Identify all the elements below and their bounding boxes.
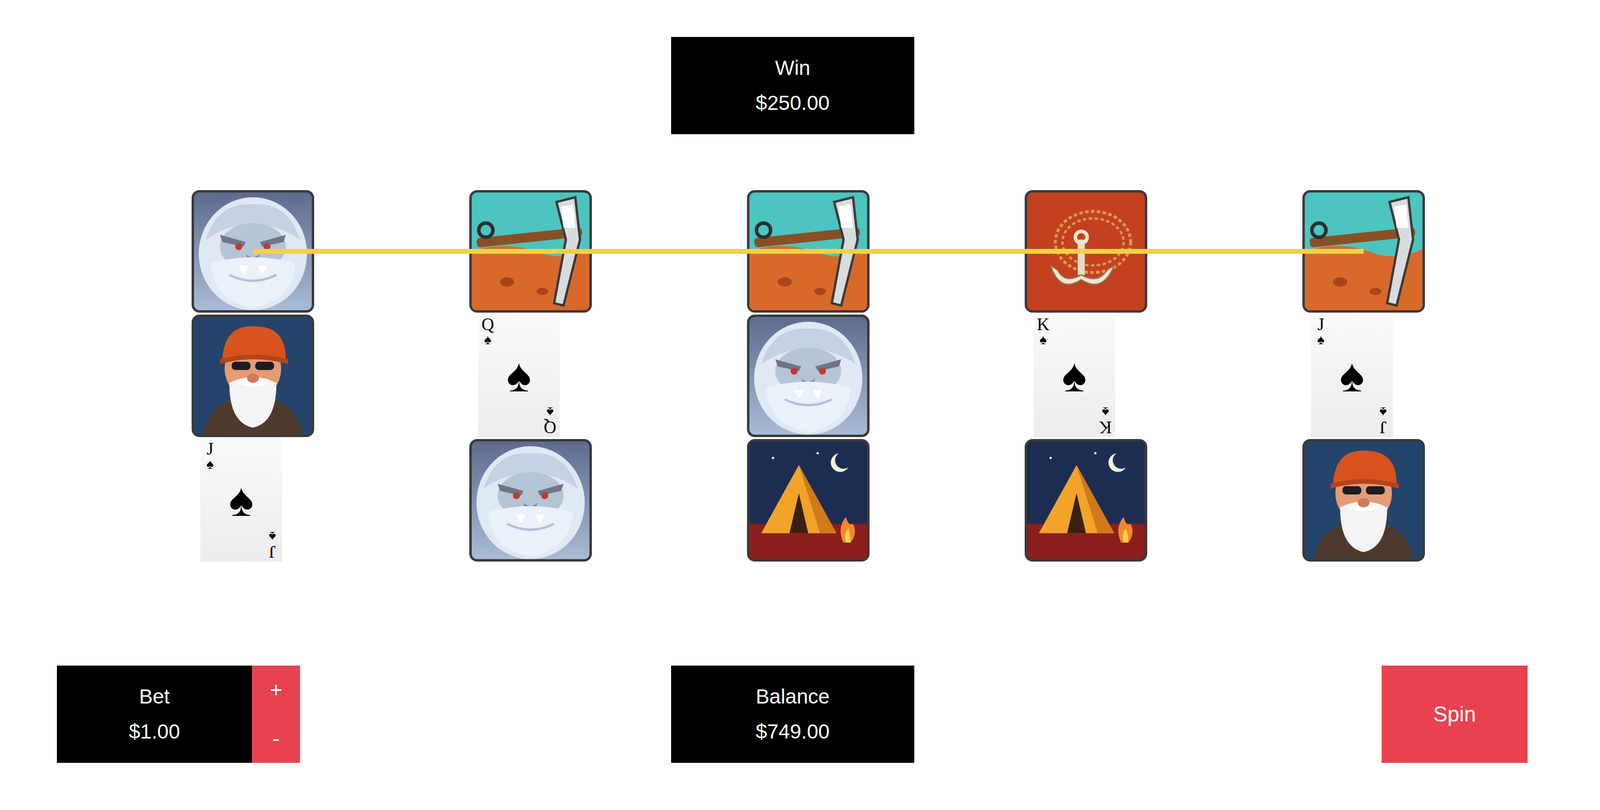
pickaxe-icon xyxy=(1304,192,1423,311)
bet-control: Bet $1.00 +- xyxy=(56,665,301,764)
win-display: Win $250.00 xyxy=(671,36,915,135)
slot-game: Win$250.00J♠♠J♠Q♠♠Q♠K♠♠K♠J♠♠J♠Bet$1.00+-… xyxy=(0,0,1600,810)
card-suit: ♠ xyxy=(484,333,492,347)
miner-icon xyxy=(194,317,312,435)
card-suit: ♠ xyxy=(1039,333,1048,347)
bet-increase-button[interactable]: + xyxy=(251,665,301,715)
top-bar: Win $250.00 xyxy=(0,0,1600,135)
tent-icon xyxy=(1027,441,1145,560)
hook-icon xyxy=(1027,192,1145,311)
symbol xyxy=(1024,190,1148,313)
control-bar: Bet $1.00 +- Balance $749.00 Spin xyxy=(0,665,1600,764)
symbol xyxy=(469,190,592,313)
symbol xyxy=(1302,439,1425,562)
card-rank: Q xyxy=(481,315,495,334)
reel: J♠♠J♠ xyxy=(1302,190,1425,562)
symbol: K♠♠K♠ xyxy=(1024,314,1148,438)
bet-display: Bet $1.00 xyxy=(56,665,252,764)
card-suit: ♠ xyxy=(546,405,554,419)
card-rank: Q xyxy=(543,418,557,437)
symbol xyxy=(746,439,870,562)
card-rank: K xyxy=(1099,418,1112,437)
yeti-icon xyxy=(471,441,590,560)
spin-button[interactable]: Spin xyxy=(1381,665,1528,764)
symbol xyxy=(1302,190,1425,313)
card-corner: Q♠ xyxy=(478,314,498,348)
symbol xyxy=(1024,439,1148,562)
card-rank: J xyxy=(268,543,276,561)
balance-value: $749.00 xyxy=(755,720,830,744)
card-center-suit: ♠ xyxy=(478,347,560,405)
symbol xyxy=(191,314,315,438)
reels: J♠♠J♠Q♠♠Q♠K♠♠K♠J♠♠J♠ xyxy=(191,190,1425,562)
symbol: Q♠♠Q♠ xyxy=(469,314,592,438)
card-corner: J♠ xyxy=(200,439,220,473)
bet-decrease-button[interactable]: - xyxy=(251,714,301,764)
pickaxe-icon xyxy=(471,192,590,311)
card-suit: ♠ xyxy=(206,457,214,472)
reel: Q♠♠Q♠ xyxy=(469,190,592,562)
balance-label: Balance xyxy=(755,685,830,709)
card-suit: ♠ xyxy=(1317,333,1325,347)
card-suit: ♠ xyxy=(268,529,277,544)
symbol: J♠♠J♠ xyxy=(1302,314,1425,438)
card-corner: J♠ xyxy=(262,528,283,562)
symbol xyxy=(746,314,870,438)
card-rank: J xyxy=(1317,315,1325,334)
balance-wrap: Balance $749.00 xyxy=(671,665,915,764)
card-rank: K xyxy=(1036,315,1050,334)
card-center-suit: ♠ xyxy=(1311,347,1393,405)
payline-line xyxy=(252,248,1364,254)
playing-card: K♠♠K♠ xyxy=(1033,314,1116,438)
card-suit: ♠ xyxy=(1379,405,1387,419)
card-rank: J xyxy=(1379,418,1387,437)
balance-display: Balance $749.00 xyxy=(671,665,915,764)
symbol xyxy=(191,190,315,313)
miner-icon xyxy=(1304,441,1423,560)
payline xyxy=(191,190,1425,562)
yeti-icon xyxy=(194,192,312,311)
card-corner: K♠ xyxy=(1033,314,1053,348)
win-label: Win xyxy=(775,56,811,80)
card-center-suit: ♠ xyxy=(200,472,283,529)
card-rank: J xyxy=(206,440,214,458)
reel xyxy=(746,190,870,562)
bet-stepper: +- xyxy=(251,665,301,764)
reel: K♠♠K♠ xyxy=(1024,190,1148,562)
playing-card: Q♠♠Q♠ xyxy=(478,314,560,438)
bet-label: Bet xyxy=(139,685,170,709)
symbol xyxy=(746,190,870,313)
pickaxe-icon xyxy=(749,192,868,311)
bet-value: $1.00 xyxy=(128,720,180,744)
reel: J♠♠J♠ xyxy=(191,190,315,562)
card-suit: ♠ xyxy=(1102,405,1110,419)
yeti-icon xyxy=(749,317,868,435)
card-corner: Q♠ xyxy=(540,404,560,438)
win-value: $250.00 xyxy=(755,91,830,115)
card-corner: J♠ xyxy=(1311,314,1331,348)
playing-card: J♠♠J♠ xyxy=(200,439,283,562)
playing-card: J♠♠J♠ xyxy=(1311,314,1393,438)
tent-icon xyxy=(749,441,868,560)
symbol: J♠♠J♠ xyxy=(191,439,315,562)
symbol xyxy=(469,439,592,562)
card-center-suit: ♠ xyxy=(1033,347,1116,405)
card-corner: K♠ xyxy=(1095,404,1116,438)
card-corner: J♠ xyxy=(1373,404,1393,438)
